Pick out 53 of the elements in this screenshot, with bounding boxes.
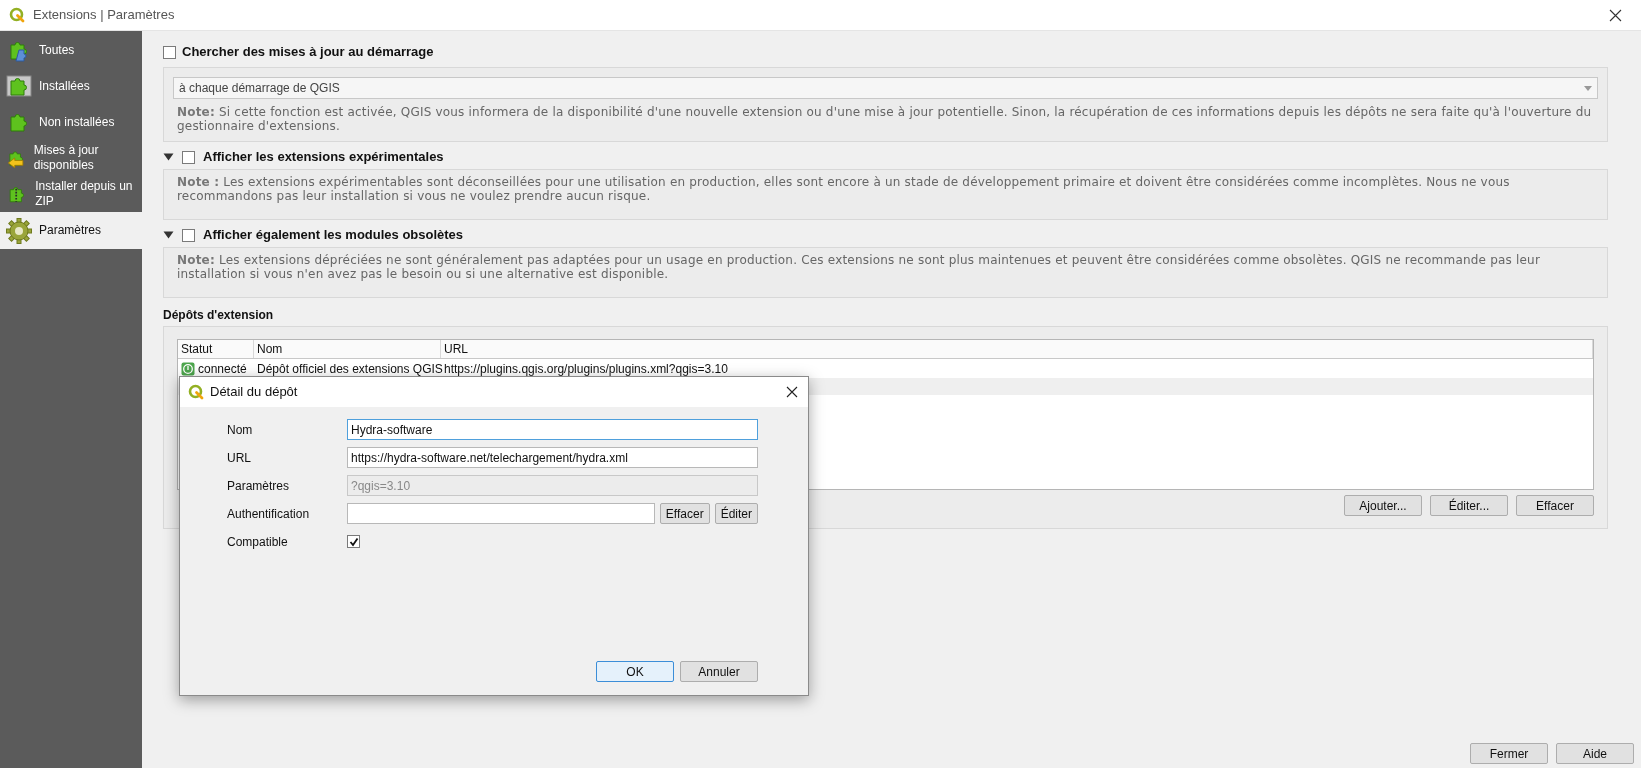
- sidebar-item[interactable]: Installées: [0, 68, 142, 104]
- sidebar-item[interactable]: Toutes: [0, 32, 142, 68]
- column-header[interactable]: Statut: [178, 340, 254, 358]
- checkbox[interactable]: [347, 535, 360, 548]
- table-cell-text: Dépôt officiel des extensions QGIS: [256, 360, 441, 378]
- sidebar-item[interactable]: Installer depuis un ZIP: [0, 176, 142, 212]
- field-label: Nom: [227, 421, 254, 439]
- push-button[interactable]: Annuler: [680, 661, 758, 682]
- checkbox[interactable]: [182, 228, 195, 242]
- section-title: Dépôts d'extension: [163, 307, 275, 324]
- dropdown-arrow-icon: [1584, 85, 1592, 91]
- dialog-title: Détail du dépôt: [210, 383, 299, 402]
- push-button[interactable]: Effacer: [659, 503, 710, 524]
- checkbox[interactable]: [163, 45, 176, 59]
- column-header[interactable]: URL: [441, 340, 1593, 358]
- push-button[interactable]: Ajouter...: [1344, 495, 1422, 516]
- push-button[interactable]: Fermer: [1470, 743, 1548, 764]
- checkbox[interactable]: [182, 150, 195, 164]
- sidebar-item[interactable]: Mises à jour disponibles: [0, 140, 142, 176]
- close-icon[interactable]: [1609, 8, 1622, 22]
- section-label[interactable]: Afficher également les modules obsolètes: [203, 225, 464, 245]
- push-button[interactable]: Aide: [1556, 743, 1634, 764]
- sidebar-item[interactable]: Paramètres: [0, 212, 142, 249]
- dropdown[interactable]: à chaque démarrage de QGIS: [173, 77, 1598, 99]
- app-logo-icon: [9, 7, 25, 23]
- caret-icon[interactable]: [163, 153, 174, 161]
- field-label: Compatible: [227, 533, 289, 551]
- push-button[interactable]: Éditer: [714, 503, 758, 524]
- note-text: Note: Si cette fonction est activée, QGIS vous informera de la disponibilité d'une nouvelle extension ou d'une mise à jour potentielle. Sinon, la récupération de ces informations depuis les dépôts ne sera faite qu'à l'ouverture du gestionnaire d'extensions.: [177, 105, 1593, 133]
- text-field[interactable]: Hydra-software: [347, 419, 758, 440]
- section-label[interactable]: Afficher les extensions expérimentales: [203, 147, 444, 167]
- field-label: URL: [227, 449, 252, 467]
- window-title: Extensions | Paramètres: [33, 6, 175, 25]
- text-field[interactable]: [347, 503, 655, 524]
- push-button[interactable]: Effacer: [1516, 495, 1594, 516]
- section-label[interactable]: Chercher des mises à jour au démarrage: [182, 42, 434, 62]
- puzzle-box-icon: [5, 72, 33, 100]
- note-text: Note : Les extensions expérimentables sont déconseillées pour une utilisation en production, elles sont encore à un stade de développement primaire et doivent être considérées comme incomplètes. Nous ne vous recommandons pas leur installation si vous ne voulez prendre aucun risque.: [177, 175, 1511, 203]
- app-logo-icon: [188, 384, 204, 400]
- note-text: Note: Les extensions dépréciées ne sont généralement pas adaptées pour un usage en production. Ces extensions ne sont plus maintenues et peuvent être considérées comme obsolètes. QGIS ne recommande pas leur installation si vous n'en avez pas le besoin ou si une alternative est disponible.: [177, 253, 1542, 281]
- push-button[interactable]: Éditer...: [1430, 495, 1508, 516]
- column-header[interactable]: Nom: [254, 340, 441, 358]
- push-button[interactable]: OK: [596, 661, 674, 682]
- text-field[interactable]: https://hydra-software.net/telechargement/hydra.xml: [347, 447, 758, 468]
- checkmark-icon: [348, 536, 359, 547]
- field-label: Authentification: [227, 505, 311, 523]
- table-cell-text: connecté: [198, 360, 247, 378]
- sidebar-item[interactable]: Non installées: [0, 104, 142, 140]
- close-icon[interactable]: [786, 386, 798, 398]
- caret-icon[interactable]: [163, 231, 174, 239]
- field-label: Paramètres: [227, 477, 291, 495]
- gear-icon: [5, 216, 33, 245]
- table-cell-text: https://plugins.qgis.org/plugins/plugins.xml?qgis=3.10: [443, 360, 729, 378]
